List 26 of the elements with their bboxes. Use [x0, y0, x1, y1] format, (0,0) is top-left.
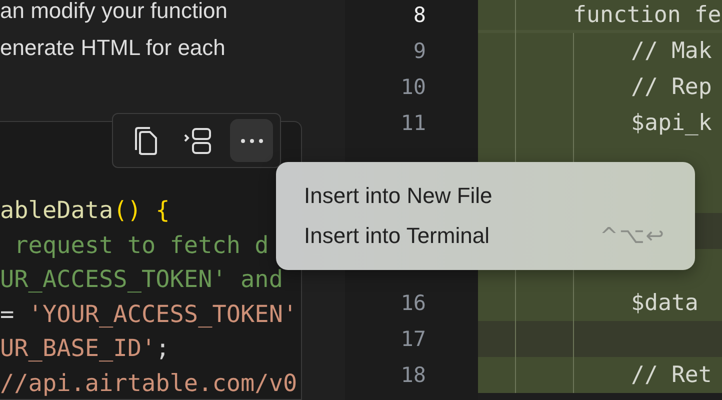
line-number: 10 [400, 75, 426, 99]
code-line: = 'YOUR_ACCESS_TOKEN' [0, 298, 298, 330]
more-button[interactable] [230, 119, 273, 162]
line-number: 16 [400, 291, 426, 315]
insert-icon [183, 126, 213, 156]
more-icon [240, 138, 264, 144]
code-line: UR_ACCESS_TOKEN' and [0, 264, 284, 296]
code-text: // Rep [631, 73, 712, 102]
code-text: $api_k [631, 109, 712, 138]
code-line: request to fetch d [13, 230, 270, 261]
menu-item[interactable]: Insert into Terminal ^⌥↩ [276, 216, 695, 256]
shortcut-label: ^⌥↩ [600, 224, 665, 248]
line-number: 11 [400, 111, 426, 135]
line-number: 17 [400, 327, 426, 351]
code-text: // Mak [631, 37, 712, 66]
code-text: function fe [573, 1, 722, 30]
line-number: 18 [400, 363, 426, 387]
code-line: //api.airtable.com/v0 [0, 368, 298, 399]
code-line: ableData() { [0, 195, 171, 226]
code-text: $data [631, 289, 698, 318]
code-line: UR_BASE_ID'; [0, 333, 171, 364]
line-number: 8 [413, 3, 426, 27]
menu-item[interactable]: Insert into New File [276, 176, 695, 216]
code-text: // Ret [631, 361, 712, 390]
chat-paragraph: an modify your function enerate HTML for each [0, 0, 228, 62]
line-number: 9 [413, 39, 426, 63]
